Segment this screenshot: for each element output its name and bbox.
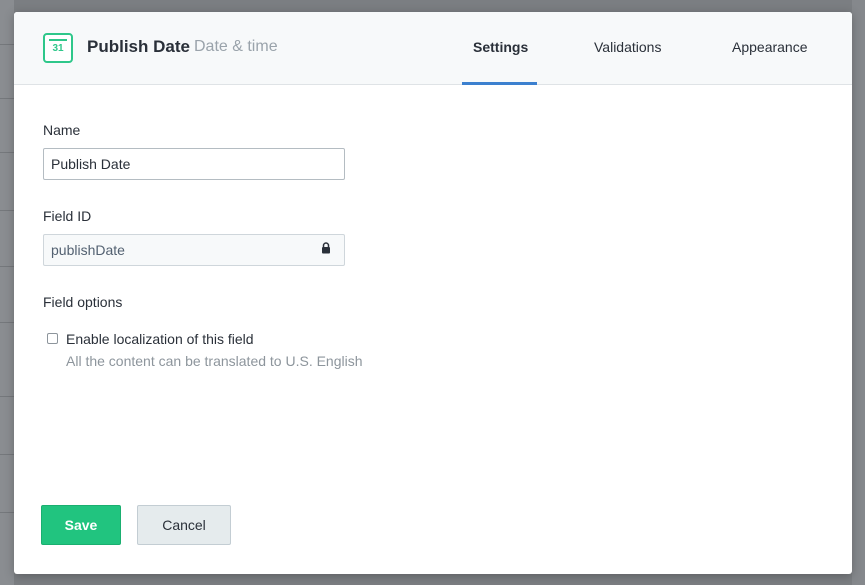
field-options-label: Field options (43, 294, 123, 310)
localization-help-text: All the content can be translated to U.S… (66, 353, 363, 369)
name-input[interactable] (43, 148, 345, 180)
field-id-input[interactable] (43, 234, 345, 266)
calendar-icon: 31 (43, 33, 73, 63)
field-id-label: Field ID (43, 208, 92, 224)
modal-header: 31 Publish Date Date & time Settings Val… (14, 12, 852, 85)
lock-icon (322, 242, 330, 254)
calendar-icon-number: 31 (52, 43, 64, 54)
active-tab-indicator (462, 82, 537, 85)
name-label: Name (43, 122, 81, 138)
localization-label[interactable]: Enable localization of this field (66, 331, 254, 347)
localization-checkbox[interactable] (47, 333, 58, 344)
field-type-subtitle: Date & time (194, 38, 278, 55)
tab-settings[interactable]: Settings (473, 39, 528, 55)
background-left-panel (0, 0, 14, 585)
tab-appearance[interactable]: Appearance (732, 39, 808, 55)
background-right-panel (852, 0, 865, 585)
field-settings-modal: 31 Publish Date Date & time Settings Val… (14, 12, 852, 574)
cancel-button[interactable]: Cancel (137, 505, 231, 545)
tab-validations[interactable]: Validations (594, 39, 661, 55)
save-button[interactable]: Save (41, 505, 121, 545)
field-name-title: Publish Date (87, 37, 190, 56)
